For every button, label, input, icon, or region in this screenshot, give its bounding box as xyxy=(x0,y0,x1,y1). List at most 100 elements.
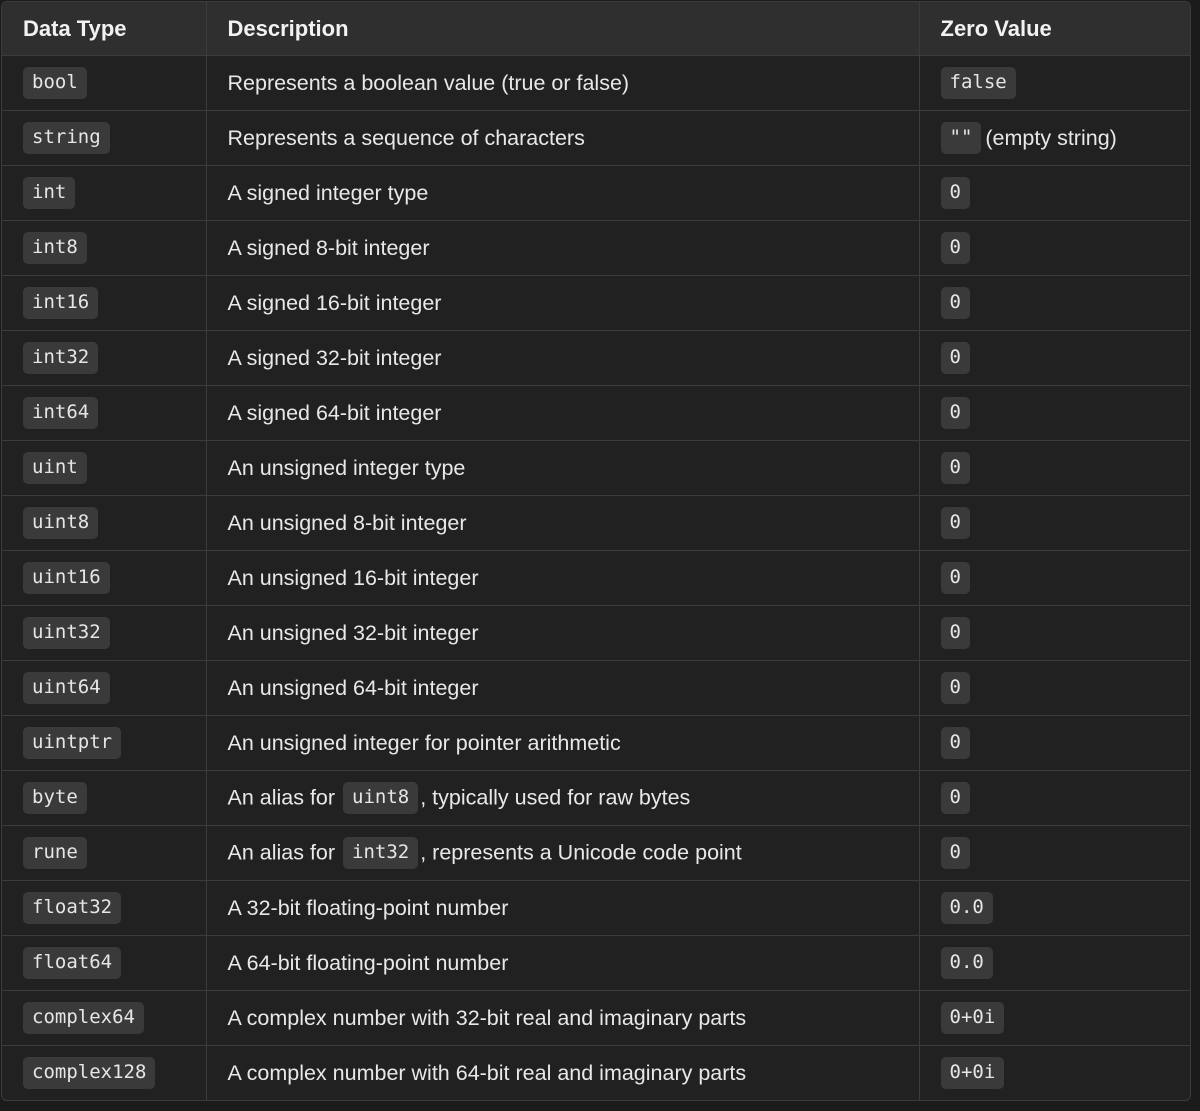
inline-code: int32 xyxy=(343,837,419,869)
data-type-cell: uint64 xyxy=(2,660,207,716)
table-row: string Represents a sequence of character… xyxy=(2,110,1190,166)
header-description: Description xyxy=(206,2,920,56)
zero-value-cell: 0 xyxy=(919,495,1190,551)
data-type-code: int xyxy=(23,177,76,209)
zero-value-code: 0 xyxy=(940,562,970,594)
data-type-cell: complex64 xyxy=(2,990,207,1046)
description-text: Represents a sequence of characters xyxy=(227,125,585,150)
data-type-cell: float32 xyxy=(2,880,207,936)
zero-value-cell: 0 xyxy=(919,385,1190,441)
data-type-cell: string xyxy=(2,110,207,166)
zero-value-cell: 0 xyxy=(919,825,1190,881)
description-cell: Represents a sequence of characters xyxy=(206,110,920,166)
data-type-cell: byte xyxy=(2,770,207,826)
description-text: An unsigned 16-bit integer xyxy=(227,565,479,590)
header-row: Data Type Description Zero Value xyxy=(2,2,1190,56)
header-data-type: Data Type xyxy=(2,2,207,56)
zero-value-code: 0 xyxy=(940,837,970,869)
description-cell: An unsigned 64-bit integer xyxy=(206,660,920,716)
data-type-code: int64 xyxy=(23,397,99,429)
table-body: bool Represents a boolean value (true or … xyxy=(2,55,1190,1101)
data-type-cell: rune xyxy=(2,825,207,881)
table-row: uint An unsigned integer type 0 xyxy=(2,440,1190,496)
description-text: , represents a Unicode code point xyxy=(420,840,742,865)
table-row: rune An alias for int32, represents a Uni… xyxy=(2,825,1190,881)
table-row: uint16 An unsigned 16-bit integer 0 xyxy=(2,550,1190,606)
description-text: An unsigned 32-bit integer xyxy=(227,620,479,645)
data-type-cell: float64 xyxy=(2,935,207,991)
table-row: int A signed integer type 0 xyxy=(2,165,1190,221)
zero-value-code: 0 xyxy=(940,287,970,319)
data-type-code: uint8 xyxy=(23,507,99,539)
table-row: complex64 A complex number with 32-bit re… xyxy=(2,990,1190,1046)
description-cell: An unsigned integer type xyxy=(206,440,920,496)
zero-value-code: 0 xyxy=(940,232,970,264)
table-row: complex128 A complex number with 64-bit r… xyxy=(2,1045,1190,1101)
description-cell: A signed 32-bit integer xyxy=(206,330,920,386)
data-type-code: int16 xyxy=(23,287,99,319)
description-text: An unsigned 64-bit integer xyxy=(227,675,479,700)
data-type-cell: uint8 xyxy=(2,495,207,551)
data-type-code: bool xyxy=(23,67,87,99)
data-type-code: uintptr xyxy=(23,727,122,759)
zero-value-code: 0 xyxy=(940,617,970,649)
description-cell: An unsigned integer for pointer arithmet… xyxy=(206,715,920,771)
description-cell: An unsigned 32-bit integer xyxy=(206,605,920,661)
zero-value-cell: 0 xyxy=(919,660,1190,716)
zero-value-cell: 0+0i xyxy=(919,990,1190,1046)
table-row: float64 A 64-bit floating-point number 0.0 xyxy=(2,935,1190,991)
table-row: int64 A signed 64-bit integer 0 xyxy=(2,385,1190,441)
zero-value-code: 0+0i xyxy=(940,1057,1005,1089)
description-text: A complex number with 32-bit real and im… xyxy=(227,1005,747,1030)
zero-value-cell: 0 xyxy=(919,275,1190,331)
description-text: A signed 8-bit integer xyxy=(227,235,430,260)
data-type-code: int8 xyxy=(23,232,87,264)
zero-value-code: 0 xyxy=(940,452,970,484)
data-type-cell: uint32 xyxy=(2,605,207,661)
zero-value-code: 0 xyxy=(940,177,970,209)
zero-value-code: 0+0i xyxy=(940,1002,1005,1034)
description-cell: A signed 16-bit integer xyxy=(206,275,920,331)
zero-value-cell: 0 xyxy=(919,220,1190,276)
description-text: A signed integer type xyxy=(227,180,429,205)
zero-value-code: 0.0 xyxy=(940,892,993,924)
data-type-code: complex64 xyxy=(23,1002,144,1034)
zero-value-code: 0.0 xyxy=(940,947,993,979)
zero-value-cell: 0.0 xyxy=(919,880,1190,936)
data-types-table: Data Type Description Zero Value bool Rep… xyxy=(2,2,1190,1100)
data-type-cell: uintptr xyxy=(2,715,207,771)
description-text: An unsigned integer type xyxy=(227,455,466,480)
data-type-code: complex128 xyxy=(23,1057,156,1089)
description-cell: Represents a boolean value (true or fals… xyxy=(206,55,920,111)
zero-value-cell: 0 xyxy=(919,770,1190,826)
table-row: uint64 An unsigned 64-bit integer 0 xyxy=(2,660,1190,716)
description-text: A signed 64-bit integer xyxy=(227,400,442,425)
table-row: byte An alias for uint8, typically used f… xyxy=(2,770,1190,826)
description-text: , typically used for raw bytes xyxy=(420,785,691,810)
data-type-code: int32 xyxy=(23,342,99,374)
zero-value-code: 0 xyxy=(940,342,970,374)
zero-value-note: (empty string) xyxy=(985,125,1117,150)
zero-value-code: 0 xyxy=(940,397,970,429)
header-zero-value: Zero Value xyxy=(919,2,1190,56)
zero-value-cell: false xyxy=(919,55,1190,111)
data-type-code: uint32 xyxy=(23,617,110,649)
zero-value-cell: 0 xyxy=(919,330,1190,386)
table-row: int16 A signed 16-bit integer 0 xyxy=(2,275,1190,331)
description-text: An alias for xyxy=(227,785,342,810)
data-type-cell: int32 xyxy=(2,330,207,386)
zero-value-cell: 0 xyxy=(919,165,1190,221)
zero-value-cell: 0+0i xyxy=(919,1046,1190,1101)
description-cell: A signed integer type xyxy=(206,165,920,221)
data-type-code: rune xyxy=(23,837,87,869)
data-type-cell: int16 xyxy=(2,275,207,331)
description-cell: An unsigned 16-bit integer xyxy=(206,550,920,606)
description-text: An unsigned 8-bit integer xyxy=(227,510,467,535)
data-type-cell: uint16 xyxy=(2,550,207,606)
description-text: An unsigned integer for pointer arithmet… xyxy=(227,730,621,755)
data-type-code: uint16 xyxy=(23,562,110,594)
zero-value-code: 0 xyxy=(940,782,970,814)
data-type-cell: complex128 xyxy=(2,1045,207,1100)
data-types-table-container: Data Type Description Zero Value bool Rep… xyxy=(1,1,1191,1101)
description-text: An alias for xyxy=(227,840,342,865)
